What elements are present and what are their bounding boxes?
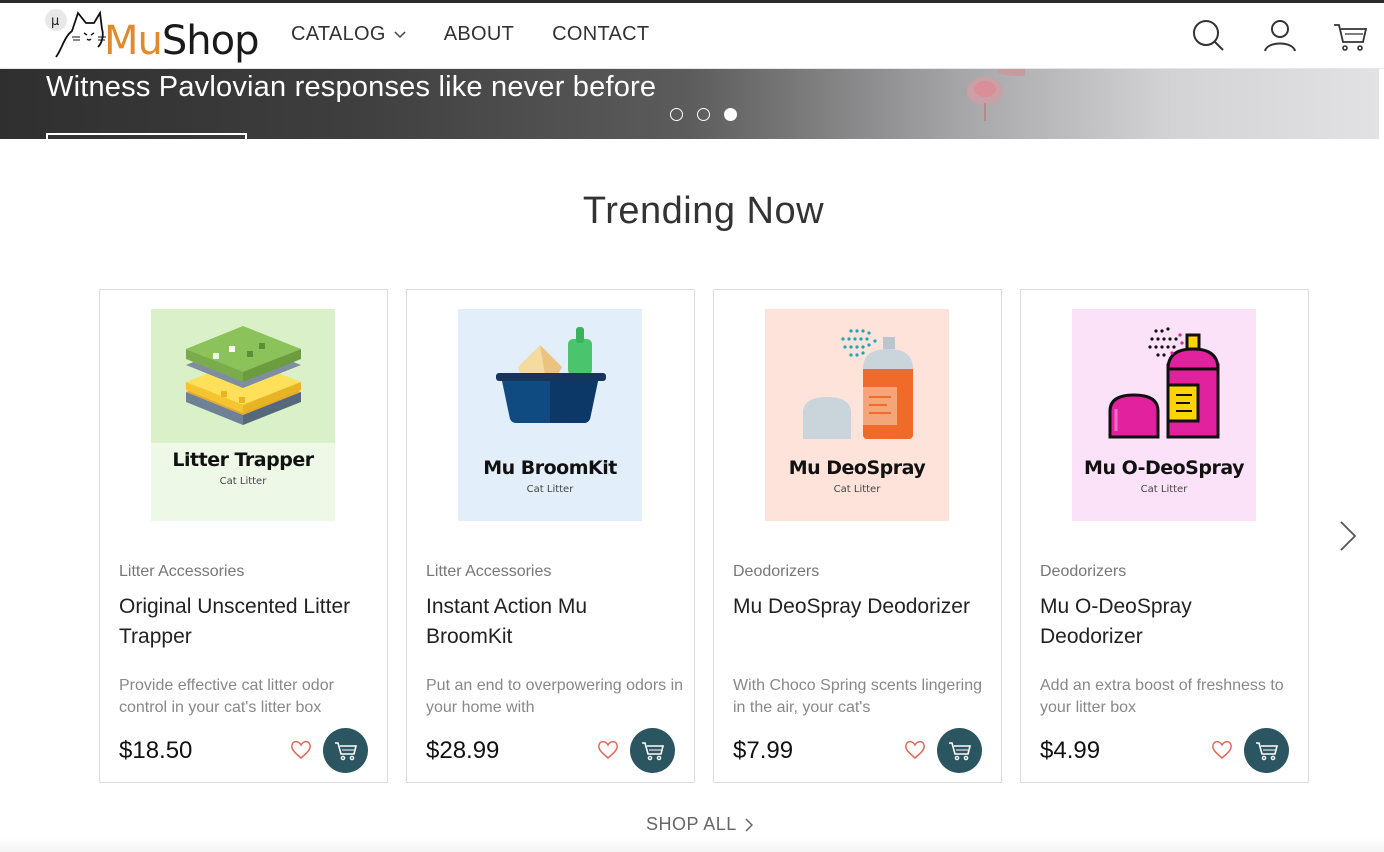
- product-description: With Choco Spring scents lingering in th…: [733, 677, 983, 716]
- logo-mu: Mu: [104, 18, 163, 64]
- add-to-cart-button[interactable]: [937, 728, 982, 773]
- add-to-cart-button[interactable]: [630, 728, 675, 773]
- product-image[interactable]: Mu DeoSpray Cat Litter: [765, 309, 949, 521]
- carousel-dot-2[interactable]: [697, 108, 710, 121]
- cart-icon: [641, 741, 664, 760]
- product-image[interactable]: Litter Trapper Cat Litter: [151, 309, 335, 521]
- account-icon[interactable]: [1262, 17, 1298, 53]
- logo-shop: Shop: [161, 18, 260, 64]
- cat-nose-image: [967, 69, 1025, 121]
- cart-icon: [1255, 741, 1278, 760]
- logo-wordmark: MuShop: [104, 17, 260, 65]
- image-subtitle: Cat Litter: [833, 484, 881, 495]
- add-to-cart-button[interactable]: [1244, 728, 1289, 773]
- product-image[interactable]: Mu BroomKit Cat Litter: [458, 309, 642, 521]
- image-subtitle: Cat Litter: [219, 476, 267, 487]
- add-to-cart-button[interactable]: [323, 728, 368, 773]
- product-price: $28.99: [426, 737, 500, 764]
- hero-banner: Witness Pavlovian responses like never b…: [0, 69, 1379, 139]
- product-category[interactable]: Litter Accessories: [119, 563, 244, 581]
- product-name[interactable]: Instant Action Mu BroomKit: [426, 592, 676, 652]
- carousel-dot-3[interactable]: [724, 108, 737, 121]
- heart-icon[interactable]: [1211, 739, 1233, 761]
- product-card[interactable]: Mu O-DeoSpray Cat Litter Deodorizers Mu …: [1020, 289, 1309, 783]
- product-price: $4.99: [1040, 737, 1101, 764]
- product-card[interactable]: Mu DeoSpray Cat Litter Deodorizers Mu De…: [713, 289, 1002, 783]
- product-card[interactable]: Mu BroomKit Cat Litter Litter Accessorie…: [406, 289, 695, 783]
- product-category[interactable]: Deodorizers: [733, 563, 819, 581]
- chevron-down-icon: [394, 30, 406, 38]
- image-subtitle: Cat Litter: [1140, 484, 1188, 495]
- image-title: Mu O-DeoSpray: [1084, 457, 1244, 479]
- cart-icon: [948, 741, 971, 760]
- product-category[interactable]: Litter Accessories: [426, 563, 551, 581]
- cat-logo-icon: µ: [45, 9, 106, 58]
- nav-catalog[interactable]: CATALOG: [291, 23, 406, 46]
- product-card[interactable]: Litter Trapper Cat Litter Litter Accesso…: [99, 289, 388, 783]
- product-name[interactable]: Original Unscented Litter Trapper: [119, 592, 369, 652]
- product-category[interactable]: Deodorizers: [1040, 563, 1126, 581]
- product-image[interactable]: Mu O-DeoSpray Cat Litter: [1072, 309, 1256, 521]
- chevron-right-icon[interactable]: [1336, 519, 1360, 553]
- chevron-right-icon: [745, 817, 753, 832]
- product-price: $18.50: [119, 737, 193, 764]
- site-header: µ MuShop CATALOG ABOUT CONTACT: [0, 3, 1384, 69]
- litter-trapper-illustration: [151, 326, 335, 521]
- image-title: Mu BroomKit: [483, 457, 617, 479]
- page-bottom-shade: [0, 838, 1384, 852]
- carousel-dots: [670, 108, 737, 121]
- hero-cta-button[interactable]: [46, 133, 247, 139]
- shop-all-label: SHOP ALL: [646, 814, 737, 834]
- product-description: Provide effective cat litter odor contro…: [119, 677, 334, 716]
- product-description: Put an end to overpowering odors in your…: [426, 677, 684, 716]
- main-nav: CATALOG ABOUT CONTACT: [291, 23, 687, 46]
- svg-text:µ: µ: [51, 14, 59, 29]
- image-title: Litter Trapper: [172, 449, 314, 471]
- nav-contact-label: CONTACT: [552, 23, 650, 45]
- heart-icon[interactable]: [290, 739, 312, 761]
- product-name[interactable]: Mu O-DeoSpray Deodorizer: [1040, 592, 1290, 652]
- nav-about-label: ABOUT: [443, 23, 515, 45]
- hero-title: Witness Pavlovian responses like never b…: [46, 71, 657, 103]
- logo[interactable]: µ MuShop: [42, 7, 262, 67]
- image-title: Mu DeoSpray: [788, 457, 926, 479]
- image-subtitle: Cat Litter: [526, 484, 574, 495]
- nav-catalog-label: CATALOG: [291, 23, 386, 45]
- product-price: $7.99: [733, 737, 794, 764]
- heart-icon[interactable]: [904, 739, 926, 761]
- nav-about[interactable]: ABOUT: [444, 23, 514, 46]
- search-icon[interactable]: [1190, 17, 1226, 53]
- cart-icon: [334, 741, 357, 760]
- cart-icon[interactable]: [1332, 17, 1368, 53]
- carousel-dot-1[interactable]: [670, 108, 683, 121]
- nav-contact[interactable]: CONTACT: [552, 23, 649, 46]
- heart-icon[interactable]: [597, 739, 619, 761]
- section-title: Trending Now: [582, 190, 825, 232]
- product-description: Add an extra boost of freshness to your …: [1040, 677, 1284, 716]
- shop-all-link[interactable]: SHOP ALL: [646, 814, 753, 835]
- product-name[interactable]: Mu DeoSpray Deodorizer: [733, 592, 983, 622]
